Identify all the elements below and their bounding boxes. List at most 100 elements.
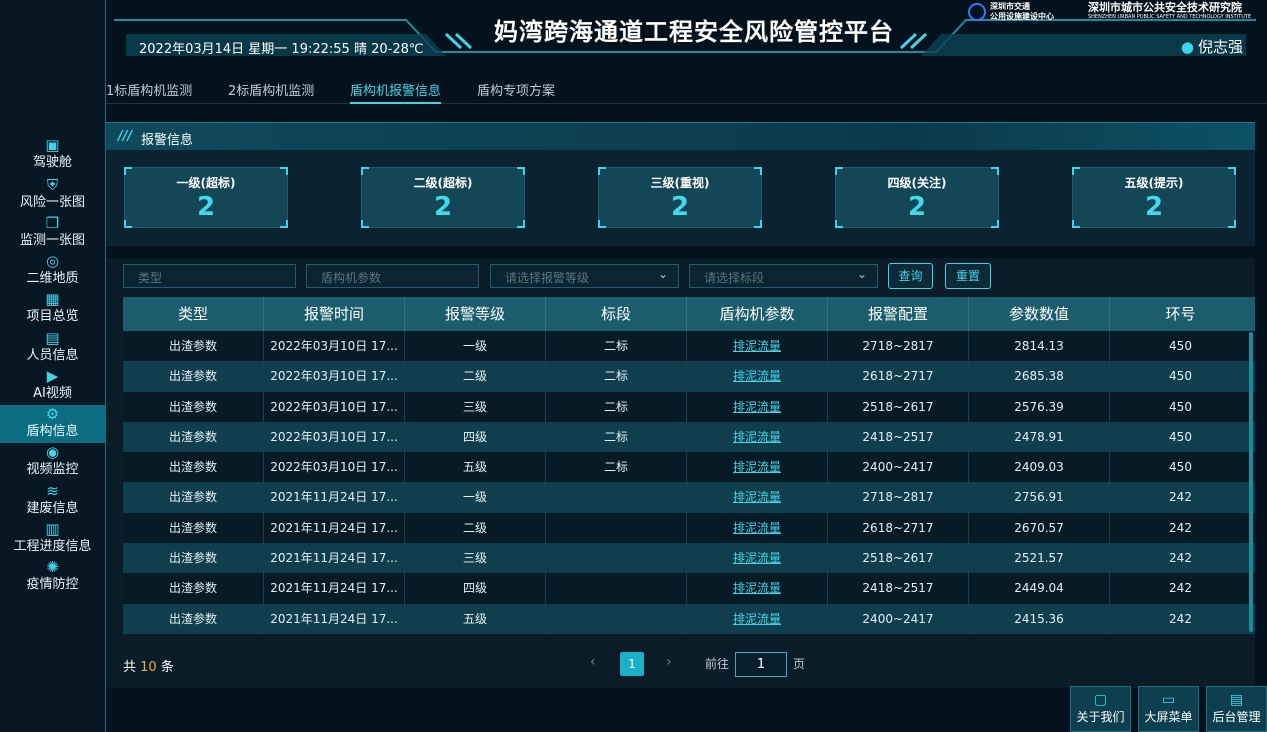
param-link[interactable]: 排泥流量 — [687, 573, 828, 604]
table-cell: 二标 — [546, 361, 687, 392]
table-cell — [546, 573, 687, 604]
prev-page-icon[interactable]: ‹ — [590, 654, 596, 670]
id-card-icon: ▤ — [45, 329, 60, 347]
table-cell: 出渣参数 — [123, 452, 264, 483]
gear-icon: ⚙ — [45, 405, 60, 423]
column-header: 环号 — [1165, 305, 1196, 323]
transport-center-logo: 深圳市交通 公用设施建设中心 — [968, 2, 1054, 22]
sidebar-item-ai-video[interactable]: ▶ AI视频 — [0, 367, 105, 405]
table-cell: 二标 — [546, 331, 687, 362]
level-select[interactable]: 请选择报警等级 ⌄ — [490, 264, 679, 288]
shield-icon: ⛨ — [46, 176, 59, 194]
param-link[interactable]: 排泥流量 — [687, 452, 828, 483]
virus-icon: ✺ — [46, 558, 59, 576]
query-button[interactable]: 查询 — [888, 263, 933, 289]
table-row: 出渣参数 2021年11月24日 17... 三级 排泥流量 2518~2617 2521… — [123, 543, 1255, 574]
about-us-button[interactable]: ▢ 关于我们 — [1070, 686, 1131, 732]
table-cell: 242 — [1169, 490, 1192, 505]
table-cell: 2021年11月24日 17... — [264, 573, 405, 604]
user-profile[interactable]: ● 倪志强 — [1181, 36, 1243, 57]
bar-chart-icon: ▥ — [45, 520, 60, 538]
tab-special-plan[interactable]: 盾构专项方案 — [477, 80, 555, 104]
table-cell: 出渣参数 — [123, 482, 264, 513]
param-link[interactable]: 排泥流量 — [687, 543, 828, 574]
column-header: 标段 — [546, 297, 687, 331]
sidebar-item-progress[interactable]: ▥ 工程进度信息 — [0, 520, 105, 558]
param-link[interactable]: 排泥流量 — [687, 391, 828, 422]
page-1-button[interactable]: 1 — [620, 652, 644, 676]
table-cell: 一级 — [405, 331, 546, 362]
table-cell: 242 — [1169, 520, 1192, 535]
layers-icon: ≋ — [46, 482, 59, 500]
next-page-icon[interactable]: › — [666, 654, 672, 670]
sidebar-item-waste[interactable]: ≋ 建废信息 — [0, 482, 105, 520]
table-cell: 出渣参数 — [123, 603, 264, 634]
admin-button[interactable]: ▤ 后台管理 — [1206, 686, 1267, 732]
type-input[interactable]: 类型 — [123, 264, 296, 288]
table-cell: 2685.38 — [969, 361, 1110, 392]
column-header: 盾构机参数 — [687, 297, 828, 331]
tab-section1-monitor[interactable]: 1标盾构机监测 — [106, 80, 192, 104]
table-row: 出渣参数 2022年03月10日 17... 三级 二标 排泥流量 2518~2617 25… — [123, 391, 1255, 422]
table-cell: 二级 — [405, 512, 546, 544]
table-cell: 一级 — [405, 482, 546, 513]
sidebar-item-video-surveillance[interactable]: ◉ 视频监控 — [0, 443, 105, 481]
alarm-card-level5: 五级(提示) 2 — [1072, 167, 1236, 228]
table-cell — [546, 603, 687, 634]
table-cell: 2478.91 — [969, 421, 1110, 453]
table-cell: 2021年11月24日 17... — [264, 512, 405, 544]
section-select[interactable]: 请选择标段 ⌄ — [689, 264, 878, 288]
table-cell: 出渣参数 — [123, 361, 264, 392]
table-cell: 2576.39 — [969, 391, 1110, 422]
sidebar-item-geology[interactable]: ◎ 二维地质 — [0, 252, 105, 290]
goto-page-input[interactable]: 1 — [735, 652, 787, 677]
table-cell: 2814.13 — [969, 331, 1110, 362]
table-cell: 2418~2517 — [828, 573, 969, 604]
table-cell: 2400~2417 — [828, 452, 969, 483]
sidebar-item-cockpit[interactable]: ▣ 驾驶舱 — [0, 136, 105, 174]
sidebar-item-monitor-map[interactable]: ❒ 监测一张图 — [0, 214, 105, 252]
param-input[interactable]: 盾构机参数 — [306, 264, 479, 288]
alarm-panel: /// 报警信息 一级(超标) 2 二级(超标) 2 三级(重视) 2 四级(关注) 2… — [106, 122, 1255, 246]
table-cell: 四级 — [405, 421, 546, 453]
reset-button[interactable]: 重置 — [945, 263, 991, 289]
header: 妈湾跨海通道工程安全风险管控平台 2022年03月14日 星期一 19:22:5… — [106, 0, 1267, 64]
alarm-card-level2: 二级(超标) 2 — [361, 167, 525, 228]
table-row: 出渣参数 2022年03月10日 17... 一级 二标 排泥流量 2718~2817 28… — [123, 331, 1255, 362]
table-row: 出渣参数 2021年11月24日 17... 二级 排泥流量 2618~2717 2670… — [123, 512, 1255, 544]
param-link[interactable]: 排泥流量 — [687, 361, 828, 392]
sidebar-item-shield-info[interactable]: ⚙ 盾构信息 — [0, 405, 105, 443]
table-cell: 2022年03月10日 17... — [264, 421, 405, 453]
table-cell: 2670.57 — [969, 512, 1110, 544]
param-link[interactable]: 排泥流量 — [687, 603, 828, 634]
table-header: 类型 报警时间 报警等级 标段 盾构机参数 报警配置 参数数值 环号 — [123, 297, 1255, 331]
table-scrollbar[interactable] — [1249, 332, 1253, 632]
logo-icon — [968, 3, 986, 21]
page-title: 妈湾跨海通道工程安全风险管控平台 — [494, 18, 894, 46]
sidebar-item-overview[interactable]: ▦ 项目总览 — [0, 290, 105, 328]
table-cell: 2022年03月10日 17... — [264, 331, 405, 362]
big-screen-menu-button[interactable]: ▭ 大屏菜单 — [1138, 686, 1199, 732]
param-link[interactable]: 排泥流量 — [687, 331, 828, 362]
camera-icon: ◉ — [45, 443, 60, 461]
table-cell: 2409.03 — [969, 452, 1110, 483]
tab-alarm-info[interactable]: 盾构机报警信息 — [350, 80, 442, 104]
sidebar-item-risk-map[interactable]: ⛨ 风险一张图 — [0, 176, 105, 214]
column-header: 参数数值 — [969, 297, 1110, 331]
table-cell: 450 — [1169, 339, 1192, 353]
dashboard-icon: ▣ — [45, 136, 60, 154]
param-link[interactable]: 排泥流量 — [687, 512, 828, 544]
table-body: 出渣参数 2022年03月10日 17... 一级 二标 排泥流量 2718~2817 28… — [123, 331, 1255, 634]
param-link[interactable]: 排泥流量 — [687, 482, 828, 513]
table-row: 出渣参数 2021年11月24日 17... 一级 排泥流量 2718~2817 2756… — [123, 482, 1255, 513]
table-cell — [546, 482, 687, 513]
column-header: 报警等级 — [405, 297, 546, 331]
tab-section2-monitor[interactable]: 2标盾构机监测 — [228, 80, 314, 104]
page-unit-label: 页 — [793, 657, 806, 671]
table-cell: 2718~2817 — [828, 331, 969, 362]
sidebar-item-personnel[interactable]: ▤ 人员信息 — [0, 329, 105, 367]
table-cell: 五级 — [405, 452, 546, 483]
param-link[interactable]: 排泥流量 — [687, 421, 828, 453]
sidebar-item-epidemic[interactable]: ✺ 疫情防控 — [0, 558, 105, 596]
table-cell: 2022年03月10日 17... — [264, 452, 405, 483]
